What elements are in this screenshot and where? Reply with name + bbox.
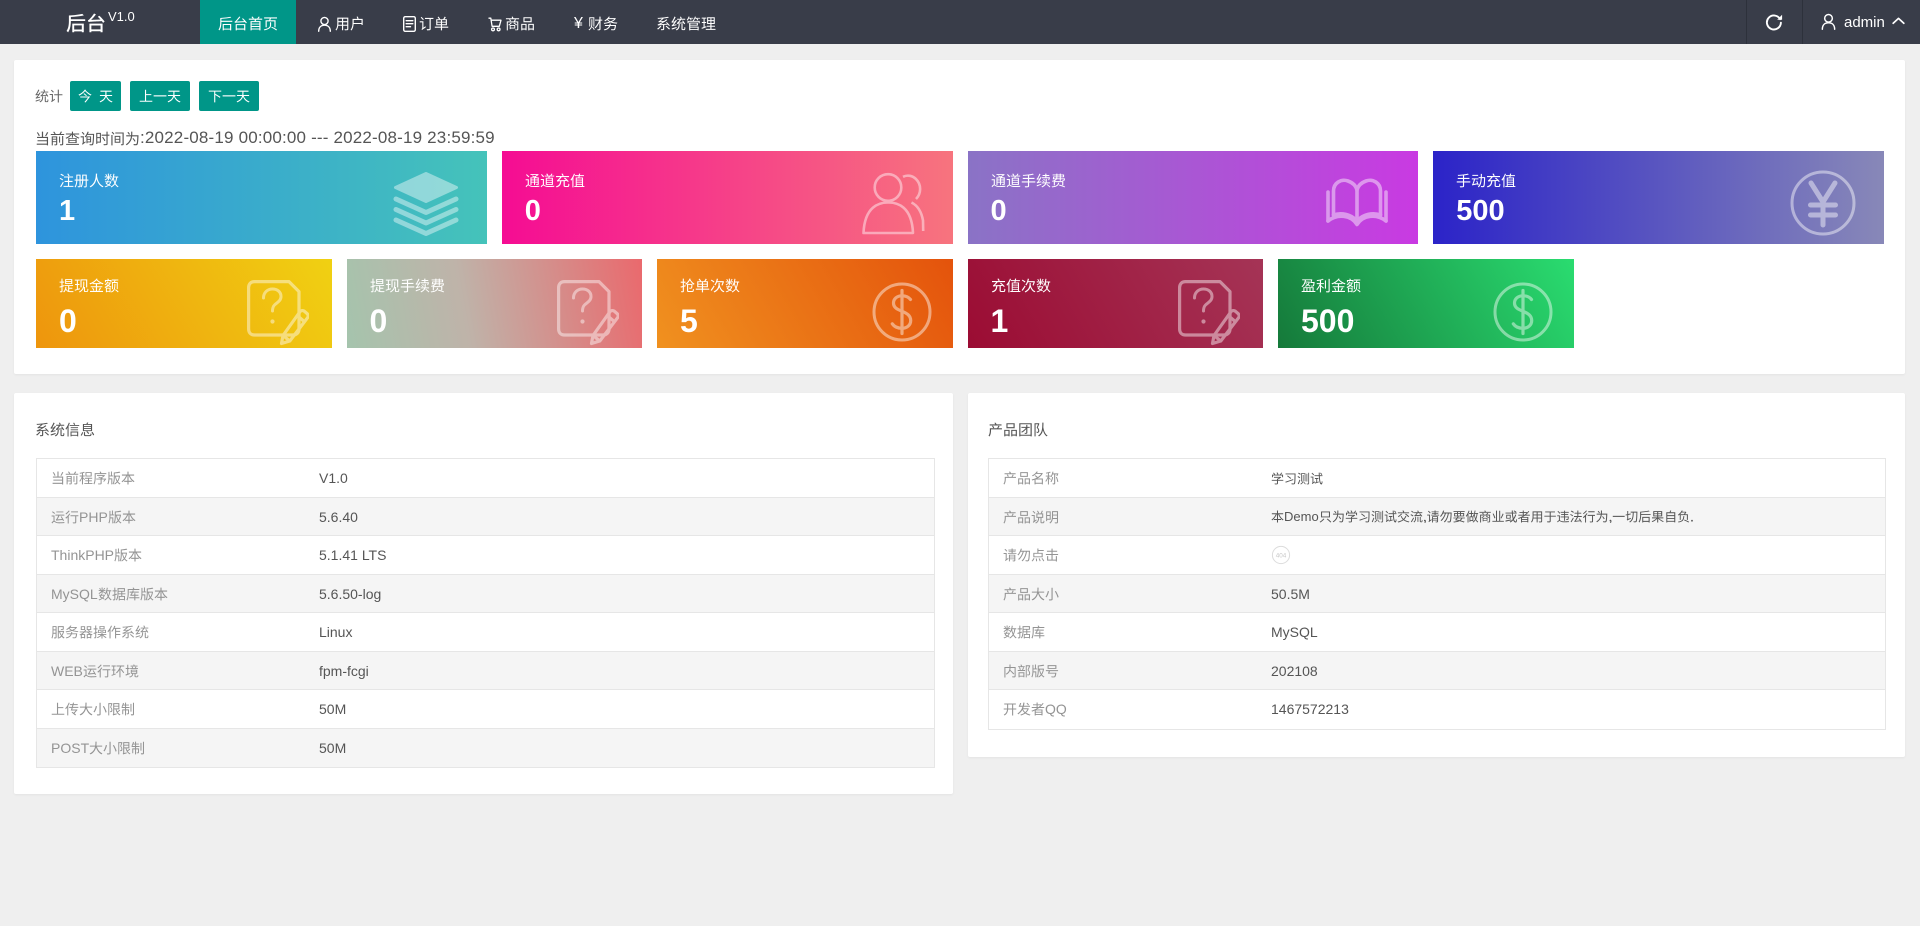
svg-text:404: 404 (1276, 553, 1287, 560)
